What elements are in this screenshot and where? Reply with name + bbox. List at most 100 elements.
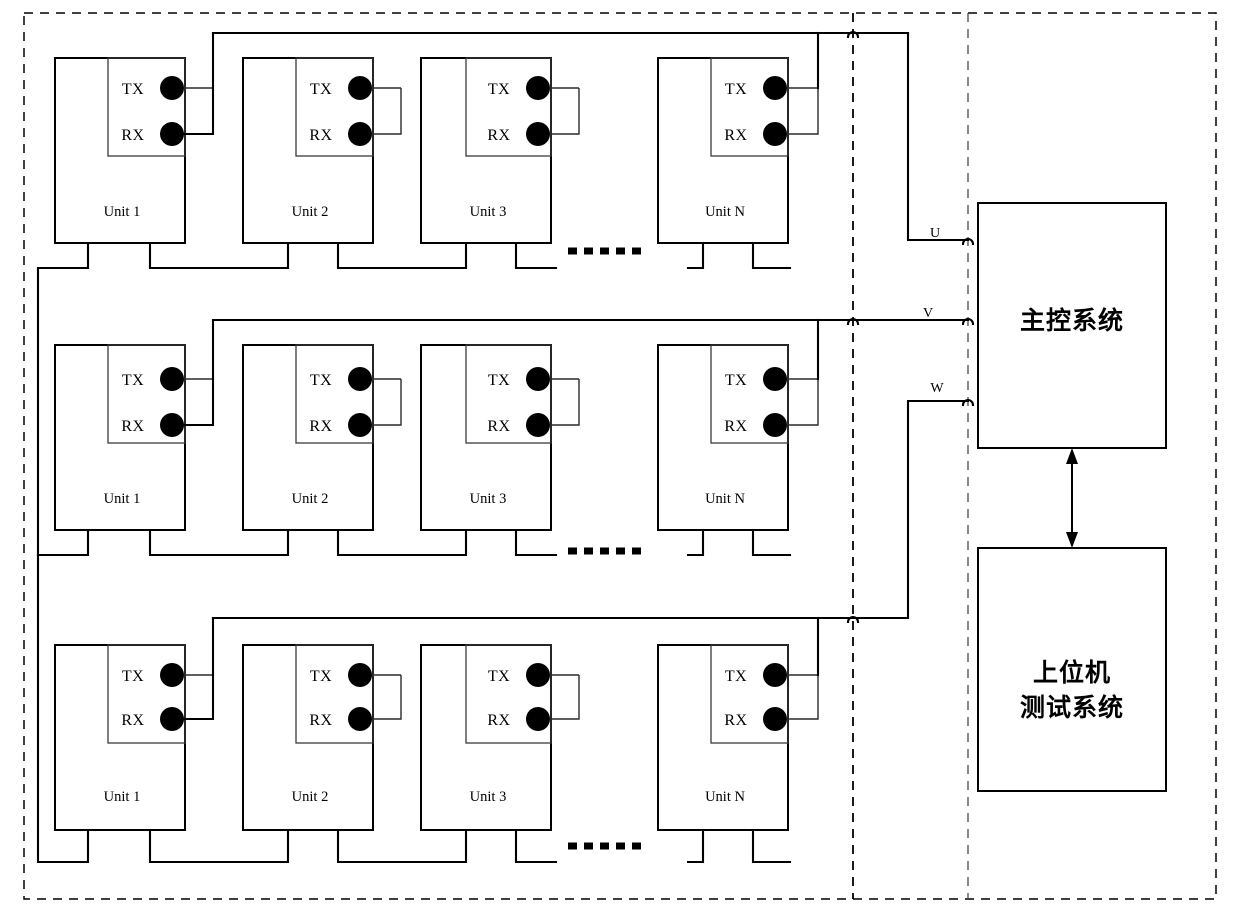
row-2-chain-1-2: [148, 528, 290, 557]
rx-port-dot: [348, 707, 372, 731]
rx-label: RX: [487, 127, 510, 144]
rx-label: RX: [487, 712, 510, 729]
row-3-chain-3-dots: [514, 828, 558, 864]
phase-label-v: V: [923, 306, 933, 321]
rx-label: RX: [724, 127, 747, 144]
rx-port-dot: [348, 413, 372, 437]
row-2-chain-dots-n: [686, 528, 705, 557]
unit-label: Unit N: [705, 491, 745, 507]
row-1-unit-2: TX RX Unit 2: [242, 57, 402, 244]
rx-label: RX: [309, 127, 332, 144]
rx-label: RX: [121, 712, 144, 729]
row-1-unit-n-tail: [751, 241, 792, 270]
tx-label: TX: [725, 372, 747, 389]
row-1-chain-3-dots: [514, 241, 558, 270]
tx-port-dot: [526, 663, 550, 687]
row-3-unit-n-tail: [751, 828, 792, 864]
unit-label: Unit 2: [292, 789, 329, 805]
tx-label: TX: [122, 81, 144, 98]
rx-port-dot: [526, 707, 550, 731]
rx-port-dot: [160, 413, 184, 437]
unit-label: Unit 2: [292, 204, 329, 220]
row-2-left-return: [36, 528, 90, 557]
tx-port-dot: [763, 367, 787, 391]
master-control-system[interactable]: 主控系统: [977, 202, 1167, 449]
rx-stub: [787, 675, 819, 720]
rx-port-dot: [763, 413, 787, 437]
row-3-unit-3: TX RX Unit 3: [420, 644, 580, 831]
host-test-system[interactable]: 上位机 测试系统: [977, 547, 1167, 792]
tx-port-dot: [348, 367, 372, 391]
row-3-chain-1-2: [148, 828, 290, 864]
rx-stub: [787, 88, 819, 135]
rx-label: RX: [309, 418, 332, 435]
row-2-unit-1: TX RX Unit 1: [54, 318, 215, 531]
phase-label-w: W: [930, 381, 944, 396]
unit-label: Unit 1: [104, 491, 141, 507]
tx-port-dot: [526, 367, 550, 391]
row-2-group: TX RX Unit 1 TX RX Unit 2 TX RX Unit 3 T…: [36, 318, 970, 557]
unit-label: Unit 1: [104, 204, 141, 220]
unit-label: Unit 3: [470, 491, 507, 507]
rx-label: RX: [724, 712, 747, 729]
tx-label: TX: [488, 668, 510, 685]
host-test-label-line1: 上位机: [1033, 658, 1111, 687]
tx-label: TX: [488, 81, 510, 98]
rx-port-dot: [526, 413, 550, 437]
row-1-chain-2-3: [336, 241, 468, 270]
row-2-chain-3-dots: [514, 528, 558, 557]
phase-label-u: U: [930, 226, 940, 241]
tx-port-dot: [348, 663, 372, 687]
rx-port-dot: [160, 122, 184, 146]
rx-stub: [787, 379, 819, 426]
master-control-label: 主控系统: [1020, 306, 1124, 335]
rx-label: RX: [121, 127, 144, 144]
rx-label: RX: [309, 712, 332, 729]
rx-port-dot: [763, 707, 787, 731]
rx-port-dot: [526, 122, 550, 146]
tx-port-dot: [763, 663, 787, 687]
rx-label: RX: [487, 418, 510, 435]
rx-stub: [550, 675, 580, 720]
tx-label: TX: [310, 372, 332, 389]
host-test-label-line2: 测试系统: [1020, 693, 1124, 722]
row-1-chain-dots-n: [686, 241, 705, 270]
row-2-unit-n-tail: [751, 528, 792, 557]
tx-label: TX: [725, 81, 747, 98]
tx-port-dot: [763, 76, 787, 100]
master-host-link-arrow: [1066, 448, 1078, 548]
rx-riser: [182, 616, 215, 721]
tx-port-dot: [348, 76, 372, 100]
tx-label: TX: [488, 372, 510, 389]
row-1-unit-3: TX RX Unit 3: [420, 57, 580, 244]
rx-port-dot: [160, 707, 184, 731]
row-1-unit-n: TX RX Unit N: [657, 31, 820, 244]
tx-port-dot: [160, 367, 184, 391]
tx-label: TX: [725, 668, 747, 685]
row-2-chain-2-3: [336, 528, 468, 557]
row-3-chain-dots-n: [686, 828, 705, 864]
link-arrow-head-down: [1066, 532, 1078, 548]
row-1-chain-1-2: [148, 241, 290, 270]
rx-stub: [550, 88, 580, 135]
rx-stub: [372, 675, 402, 720]
tx-label: TX: [310, 81, 332, 98]
row-1-unit-1: TX RX Unit 1: [54, 31, 215, 244]
row-2-unit-n: TX RX Unit N: [657, 318, 820, 531]
rx-stub: [550, 379, 580, 426]
diagram-svg: TX RX Unit 1 TX RX Unit 2 TX RX Unit 3 T…: [23, 12, 1217, 900]
unit-label: Unit 3: [470, 789, 507, 805]
tx-label: TX: [310, 668, 332, 685]
tx-port-dot: [160, 663, 184, 687]
tx-port-dot: [160, 76, 184, 100]
rx-label: RX: [724, 418, 747, 435]
rx-label: RX: [121, 418, 144, 435]
rx-stub: [372, 379, 402, 426]
unit-label: Unit 3: [470, 204, 507, 220]
row-3-unit-1: TX RX Unit 1: [54, 616, 215, 831]
unit-label: Unit 2: [292, 491, 329, 507]
row-3-chain-2-3: [336, 828, 468, 864]
tx-port-dot: [526, 76, 550, 100]
rx-port-dot: [348, 122, 372, 146]
row-1-to-phase-u: [906, 31, 970, 242]
